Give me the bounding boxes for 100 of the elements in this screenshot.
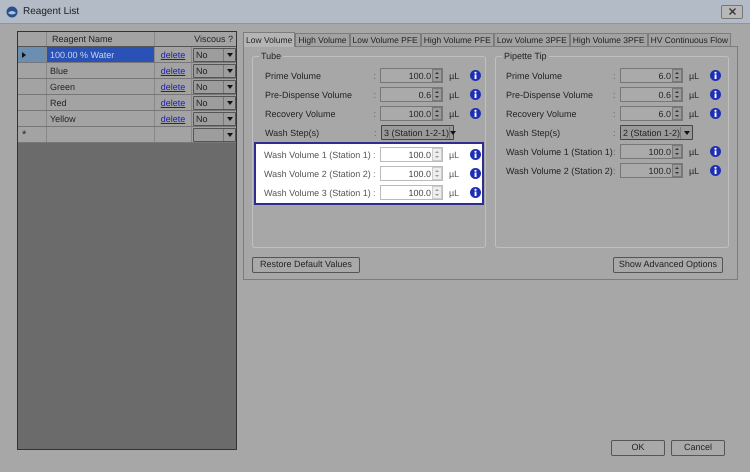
colon-separator: : xyxy=(613,164,617,176)
delete-link[interactable]: delete xyxy=(160,64,186,78)
tab[interactable]: Low Volume PFE xyxy=(350,33,421,46)
tab[interactable]: High Volume 3PFE xyxy=(570,33,648,46)
delete-link[interactable]: delete xyxy=(160,112,186,126)
spin-field[interactable]: 100.0 xyxy=(380,106,444,121)
table-cell: Red xyxy=(47,95,155,110)
info-icon xyxy=(710,108,721,119)
current-row-icon xyxy=(22,52,26,58)
tab[interactable]: High Volume PFE xyxy=(420,33,494,46)
colon-separator: : xyxy=(613,108,617,120)
dropdown[interactable]: No xyxy=(193,48,236,62)
spin-field[interactable]: 6.0 xyxy=(620,68,683,83)
field-label: Prime Volume xyxy=(506,70,564,82)
field-label: Pre-Dispense Volume xyxy=(506,88,594,100)
dropdown[interactable]: 2 (Station 1-2) xyxy=(620,125,693,140)
field-label: Wash Step(s) xyxy=(265,126,320,138)
unit-label: µL xyxy=(448,70,460,82)
tab[interactable]: High Volume xyxy=(295,33,350,46)
colon-separator: : xyxy=(613,126,617,138)
info-icon xyxy=(470,108,482,119)
tab[interactable]: HV Continuous Flow xyxy=(648,33,732,46)
unit-label: µL xyxy=(688,70,700,82)
unit-label: µL xyxy=(448,186,460,198)
table-cell: Blue xyxy=(47,63,155,78)
table-cell: Green xyxy=(47,79,155,94)
delete-link[interactable]: delete xyxy=(160,96,186,110)
unit-label: µL xyxy=(448,108,460,120)
window-title: Reagent List xyxy=(23,5,80,19)
colon-separator: : xyxy=(373,186,377,198)
colon-separator: : xyxy=(373,108,377,120)
field-label: Pre-Dispense Volume xyxy=(265,88,354,100)
spinner-arrows-icon xyxy=(432,69,442,82)
dropdown[interactable]: No xyxy=(193,64,236,78)
colon-separator: : xyxy=(613,146,617,158)
field-label: Recovery Volume xyxy=(506,108,578,120)
info-icon xyxy=(470,89,482,100)
spinner-arrows-icon xyxy=(432,186,442,199)
unit-label: µL xyxy=(688,164,700,176)
colon-separator: : xyxy=(613,88,617,100)
spin-field[interactable]: 100.0 xyxy=(380,185,443,200)
spin-field[interactable]: 100.0 xyxy=(380,68,444,83)
unit-label: µL xyxy=(688,146,700,158)
dropdown[interactable]: No xyxy=(193,112,236,126)
spin-field[interactable]: 100.0 xyxy=(380,166,443,181)
column-header: Viscous ? xyxy=(193,33,234,46)
dropdown[interactable]: 3 (Station 1-2-1) xyxy=(381,125,454,140)
dropdown[interactable]: No xyxy=(193,80,236,94)
dropdown-arrow-icon xyxy=(684,130,690,134)
info-icon xyxy=(470,149,481,160)
dropdown[interactable] xyxy=(193,128,236,142)
tab[interactable]: Low Volume xyxy=(243,32,296,47)
info-icon xyxy=(470,70,482,81)
close-icon xyxy=(728,8,736,15)
show-advanced-options-button[interactable]: Show Advanced Options xyxy=(612,257,723,273)
field-label: Wash Step(s) xyxy=(506,126,562,138)
colon-separator: : xyxy=(374,126,378,138)
cancel-button[interactable]: Cancel xyxy=(671,440,725,456)
spinner-arrows-icon xyxy=(432,167,442,180)
dropdown-arrow-icon xyxy=(226,68,232,72)
tab[interactable]: Low Volume 3PFE xyxy=(494,33,570,46)
spinner-arrows-icon xyxy=(432,107,442,120)
spin-field[interactable]: 0.6 xyxy=(620,87,683,102)
dropdown-arrow-icon xyxy=(450,130,456,134)
unit-label: µL xyxy=(448,148,460,160)
spin-field[interactable]: 100.0 xyxy=(620,144,683,159)
field-label: Wash Volume 3 (Station 1) xyxy=(264,186,372,198)
colon-separator: : xyxy=(373,70,377,82)
column-header: Reagent Name xyxy=(47,32,155,46)
unit-label: µL xyxy=(448,88,460,100)
delete-link[interactable]: delete xyxy=(160,48,186,62)
info-icon xyxy=(710,70,721,81)
dropdown-arrow-icon xyxy=(226,52,232,56)
restore-defaults-button[interactable]: Restore Default Values xyxy=(252,257,360,273)
field-label: Wash Volume 1 (Station 1) xyxy=(264,148,372,160)
app-icon xyxy=(6,6,18,18)
spin-field[interactable]: 0.6 xyxy=(380,87,444,102)
spinner-arrows-icon xyxy=(672,164,682,177)
info-icon xyxy=(710,89,721,100)
dropdown-arrow-icon xyxy=(226,84,232,88)
colon-separator: : xyxy=(373,148,377,160)
spinner-arrows-icon xyxy=(672,88,682,101)
spinner-arrows-icon xyxy=(432,88,442,101)
dropdown-arrow-icon xyxy=(226,116,232,120)
dropdown[interactable]: No xyxy=(193,96,236,110)
spin-field[interactable]: 100.0 xyxy=(380,147,443,162)
close-button[interactable] xyxy=(721,4,743,18)
spinner-arrows-icon xyxy=(672,107,682,120)
delete-link[interactable]: delete xyxy=(160,80,186,94)
info-icon xyxy=(710,165,721,176)
dropdown-arrow-icon xyxy=(226,100,232,104)
info-icon xyxy=(470,168,481,179)
spin-field[interactable]: 100.0 xyxy=(620,163,683,178)
spin-field[interactable]: 6.0 xyxy=(620,106,683,121)
ok-button[interactable]: OK xyxy=(611,440,665,456)
table-cell: Yellow xyxy=(47,111,155,126)
field-label: Prime Volume xyxy=(265,70,322,82)
colon-separator: : xyxy=(373,88,377,100)
group-title: Pipette Tip xyxy=(502,51,549,62)
new-row-marker: * xyxy=(22,128,26,142)
